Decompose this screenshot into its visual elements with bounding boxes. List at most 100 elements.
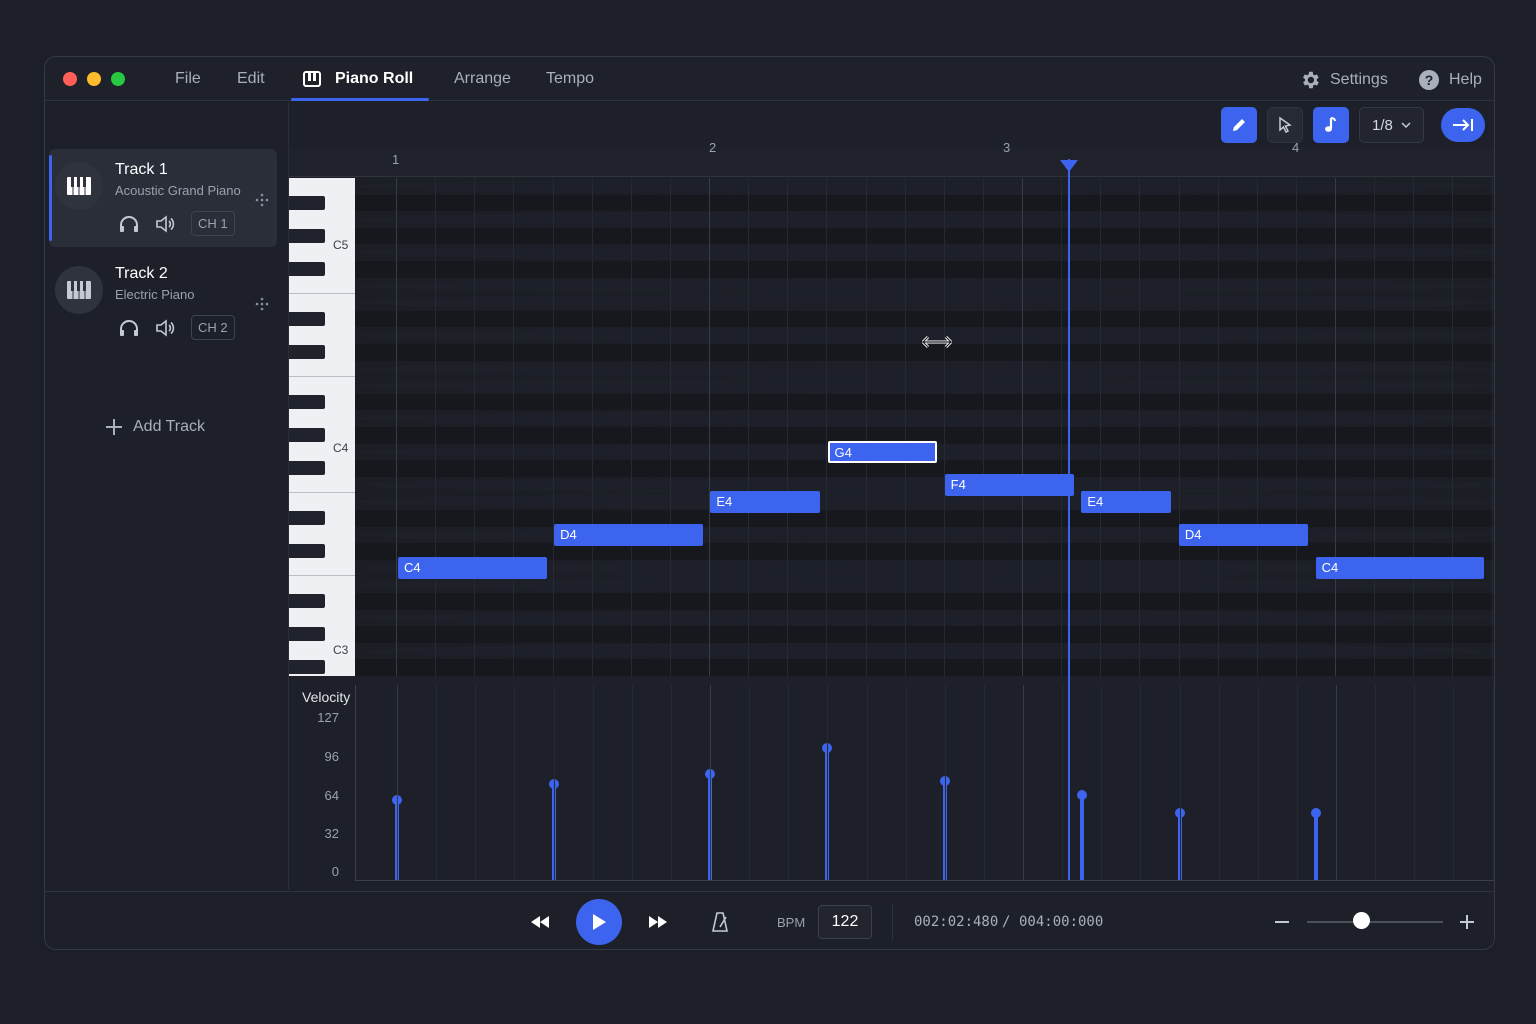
velocity-editor[interactable] [355,685,1494,881]
jump-to-end-icon [1453,119,1473,131]
velocity-tick: 32 [324,826,339,841]
menu-tempo[interactable]: Tempo [546,70,594,88]
note-block[interactable]: C4 [1315,557,1484,580]
grid-line [1295,178,1297,676]
black-key[interactable] [289,594,325,608]
grid-line [1375,685,1377,880]
grid-line [826,178,828,676]
maximize-window-button[interactable] [111,72,125,86]
play-icon [593,914,606,930]
bpm-input[interactable]: 122 [818,905,872,939]
black-key[interactable] [289,511,325,525]
channel-badge[interactable]: CH 1 [191,211,235,236]
zoom-slider-knob[interactable] [1353,912,1371,929]
drag-handle-icon[interactable] [255,297,269,311]
black-key[interactable] [289,311,325,326]
black-key[interactable] [289,394,325,409]
grid-row [355,294,1494,311]
grid-line [709,178,710,676]
velocity-lane: Velocity 127 96 64 32 0 [289,685,1494,891]
add-track-button[interactable]: Add Track [105,418,205,436]
play-button[interactable] [576,899,622,945]
menu-arrange[interactable]: Arrange [454,70,511,88]
velocity-handle[interactable] [1311,808,1322,819]
grid-row [355,642,1494,660]
key-label-c3: C3 [333,643,349,657]
selected-track-indicator [49,155,52,241]
zoom-in-icon[interactable] [1460,915,1474,929]
track-instrument: Electric Piano [115,287,195,302]
minimize-window-button[interactable] [87,72,101,86]
note-block[interactable]: C4 [398,557,547,580]
headphones-icon[interactable] [119,215,139,233]
velocity-stem[interactable] [1314,812,1319,880]
rewind-icon[interactable] [529,914,551,930]
track-item-2[interactable]: Track 2 Electric Piano CH 2 [49,253,277,351]
metronome-icon[interactable] [710,911,730,933]
black-key[interactable] [289,544,325,559]
help-label: Help [1449,71,1482,88]
headphones-icon[interactable] [119,319,139,337]
velocity-handle[interactable] [1076,789,1087,800]
grid-row [355,261,1494,278]
black-key[interactable] [289,228,325,243]
note-block[interactable]: E4 [710,490,820,513]
white-key-divider [289,477,355,494]
grid-line [943,178,945,676]
note-block[interactable]: F4 [944,474,1074,497]
grid-line [944,685,946,880]
black-key[interactable] [289,627,325,642]
grid-row [355,377,1494,394]
menu-edit[interactable]: Edit [237,70,265,88]
pencil-icon [1233,119,1245,131]
drag-handle-icon[interactable] [255,193,269,207]
grid-line [1413,178,1415,676]
pointer-tool-button[interactable] [1267,107,1303,143]
black-key[interactable] [289,345,325,359]
timeline-ruler[interactable]: 1 2 3 4 [289,140,1494,177]
transport-bar: BPM 122 002:02:480 / 004:00:000 [45,891,1494,949]
note-block[interactable]: E4 [1081,490,1172,513]
note-grid[interactable]: C4 D4 E4 G4 F4 E4 D4 C4 [355,178,1494,676]
black-key[interactable] [289,461,325,476]
black-key[interactable] [289,660,325,675]
follow-playhead-button[interactable] [1441,108,1485,142]
piano-roll-editor: 1 2 3 4 C5 C4 C3 C4 D4 E4 G4 F4 E4 D4 C4 Veloci… [289,140,1494,891]
grid-row [355,178,1494,195]
menubar: File Edit Piano Roll Arrange Tempo Setti… [45,57,1494,101]
note-tool-button[interactable] [1313,107,1349,143]
menu-file[interactable]: File [175,70,201,88]
snap-dropdown[interactable]: 1/8 [1359,107,1424,143]
note-block[interactable]: D4 [1178,523,1308,546]
black-key[interactable] [289,428,325,442]
note-block[interactable]: G4 [827,440,937,463]
grid-row [355,310,1494,328]
channel-badge[interactable]: CH 2 [191,315,235,340]
black-key[interactable] [289,262,325,276]
velocity-stem[interactable] [1079,793,1084,880]
grid-line [904,178,906,676]
track-item-1[interactable]: Track 1 Acoustic Grand Piano CH 1 [49,149,277,247]
black-key[interactable] [289,195,325,210]
grid-row [355,277,1494,295]
pencil-tool-button[interactable] [1221,107,1257,143]
zoom-slider[interactable] [1307,921,1443,923]
fast-forward-icon[interactable] [647,914,669,930]
piano-keyboard[interactable]: C5 C4 C3 [289,178,355,676]
settings-button[interactable]: Settings [1299,69,1388,91]
close-window-button[interactable] [63,72,77,86]
tab-piano-roll-label: Piano Roll [335,70,414,87]
tab-piano-roll[interactable]: Piano Roll [303,70,413,88]
grid-line [865,178,867,676]
speaker-icon[interactable] [155,214,175,233]
grid-line [787,178,789,676]
note-block[interactable]: D4 [554,523,703,546]
grid-line [592,685,594,880]
gear-icon [1303,71,1319,89]
speaker-icon[interactable] [155,318,175,337]
zoom-out-icon[interactable] [1275,921,1289,923]
grid-row [355,360,1494,378]
grid-line [1023,685,1024,880]
grid-row [355,393,1494,411]
help-button[interactable]: ? Help [1418,69,1482,91]
